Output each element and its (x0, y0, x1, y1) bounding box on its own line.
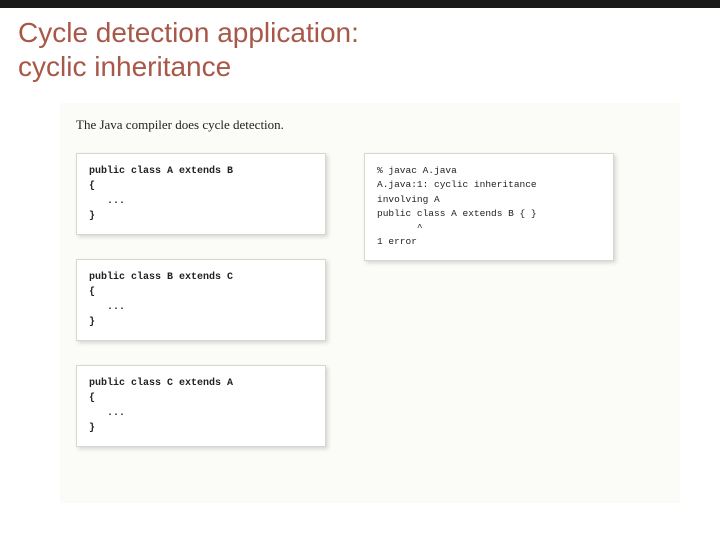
left-column: public class A extends B { ... } public … (76, 153, 326, 447)
code-class-c: public class C extends A { ... } (76, 365, 326, 447)
content-area: The Java compiler does cycle detection. … (60, 103, 680, 503)
columns: public class A extends B { ... } public … (76, 153, 664, 447)
compiler-output: % javac A.java A.java:1: cyclic inherita… (364, 153, 614, 261)
slide-title-line1: Cycle detection application: (18, 16, 702, 50)
slide-title-line2: cyclic inheritance (18, 50, 702, 84)
title-bar (0, 0, 720, 8)
code-class-a: public class A extends B { ... } (76, 153, 326, 235)
code-class-b: public class B extends C { ... } (76, 259, 326, 341)
title-block: Cycle detection application: cyclic inhe… (0, 8, 720, 93)
lead-text: The Java compiler does cycle detection. (76, 117, 664, 133)
right-column: % javac A.java A.java:1: cyclic inherita… (364, 153, 614, 261)
